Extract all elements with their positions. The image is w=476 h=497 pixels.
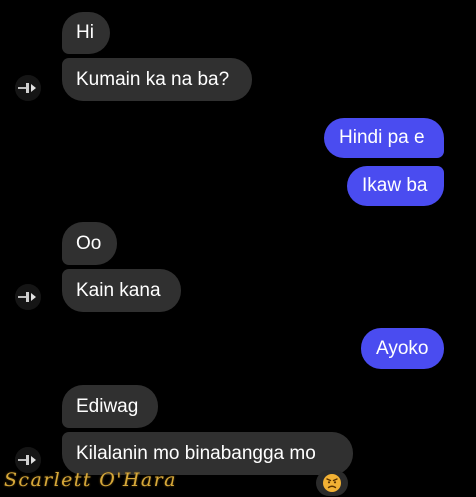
message-bubble-outgoing[interactable]: Ikaw ba xyxy=(347,166,444,206)
message-bubble-incoming[interactable]: Kain kana xyxy=(62,269,181,312)
message-text: Ediwag xyxy=(76,396,139,417)
message-text: Kilalanin mo binabangga mo xyxy=(76,443,316,464)
contact-avatar[interactable] xyxy=(15,75,41,101)
message-text: Ikaw ba xyxy=(362,175,428,196)
contact-avatar-icon xyxy=(15,284,41,310)
message-bubble-incoming[interactable]: Oo xyxy=(62,222,117,265)
message-bubble-outgoing[interactable]: Ayoko xyxy=(361,328,444,369)
message-reaction[interactable] xyxy=(316,470,348,496)
contact-avatar-icon xyxy=(15,75,41,101)
message-text: Hindi pa e xyxy=(339,127,425,148)
message-bubble-incoming[interactable]: Kumain ka na ba? xyxy=(62,58,252,101)
message-bubble-incoming[interactable]: Ediwag xyxy=(62,385,158,428)
message-text: Kumain ka na ba? xyxy=(76,69,230,90)
message-bubble-outgoing[interactable]: Hindi pa e xyxy=(324,118,444,158)
message-text: Kain kana xyxy=(76,280,161,301)
message-text: Ayoko xyxy=(376,338,429,359)
contact-avatar[interactable] xyxy=(15,284,41,310)
message-text: Oo xyxy=(76,233,102,254)
angry-face-emoji-icon xyxy=(323,474,341,492)
watermark-signature: Scarlett O'Hara xyxy=(4,469,177,491)
message-text: Hi xyxy=(76,22,94,43)
message-bubble-incoming[interactable]: Hi xyxy=(62,12,110,54)
